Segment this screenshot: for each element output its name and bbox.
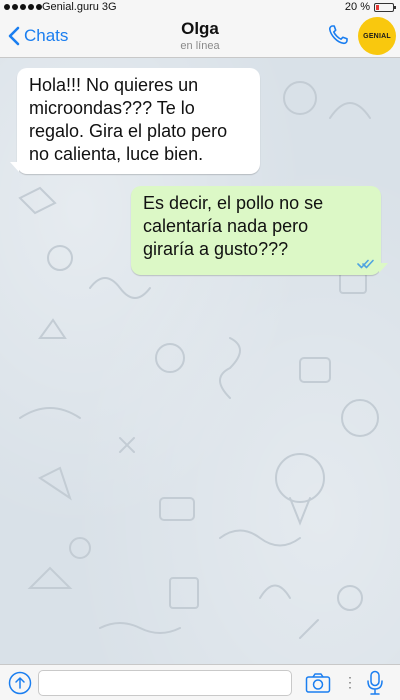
share-arrow-icon xyxy=(8,671,32,695)
phone-icon xyxy=(328,25,348,45)
microphone-icon xyxy=(367,670,383,695)
status-bar: Genial.guru 3G 20 % xyxy=(0,0,400,14)
double-check-icon xyxy=(357,259,374,269)
chat-area[interactable]: Hola!!! No quieres un microondas??? Te l… xyxy=(0,58,400,664)
carrier-label: Genial.guru 3G xyxy=(42,1,117,13)
share-button[interactable] xyxy=(8,671,32,700)
battery-icon xyxy=(374,3,396,12)
message-input-bar: ⋮ xyxy=(0,664,400,700)
battery-percent: 20 % xyxy=(344,1,370,13)
message-incoming[interactable]: Hola!!! No quieres un microondas??? Te l… xyxy=(10,68,260,174)
message-input[interactable] xyxy=(38,670,292,696)
camera-button[interactable] xyxy=(305,672,331,699)
message-text: Es decir, el pollo no se calentaría nada… xyxy=(143,193,324,259)
call-button[interactable] xyxy=(326,23,350,52)
chat-header: Chats Olga en línea GENIAL xyxy=(0,14,400,58)
signal-strength-icon xyxy=(4,4,42,10)
battery-fill xyxy=(376,5,379,10)
microphone-button[interactable] xyxy=(366,670,384,700)
avatar[interactable]: GENIAL xyxy=(358,17,396,55)
separator-dots: ⋮ xyxy=(343,674,357,690)
message-outgoing[interactable]: Es decir, el pollo no se calentaría nada… xyxy=(131,186,388,275)
message-text: Hola!!! No quieres un microondas??? Te l… xyxy=(29,75,228,164)
camera-icon xyxy=(305,673,331,693)
